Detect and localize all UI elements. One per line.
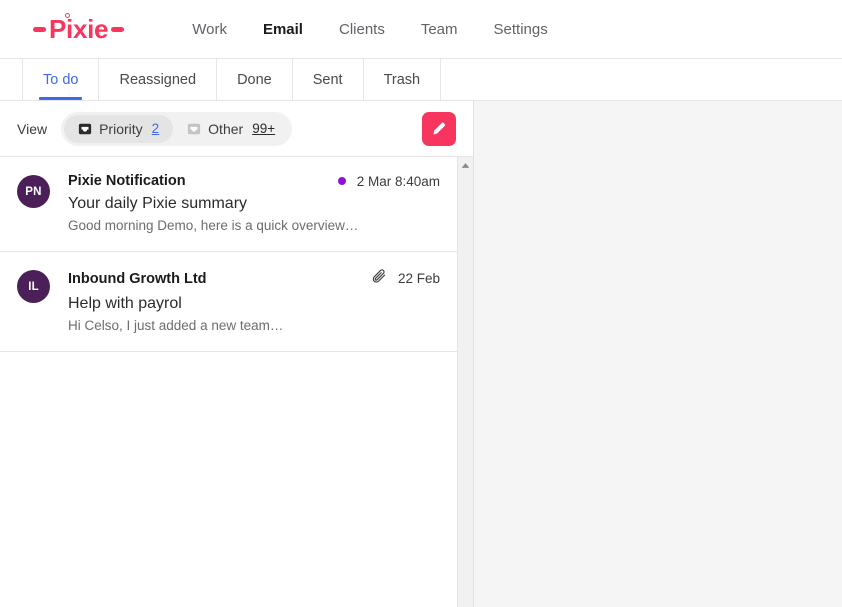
email-subject: Help with payrol <box>68 295 182 312</box>
unread-dot-icon <box>337 177 346 185</box>
email-preview: Hi Celso, I just added a new team… <box>68 318 284 333</box>
primary-nav: Work Email Clients Team Settings <box>174 15 566 44</box>
email-sender: Pixie Notification <box>68 173 186 189</box>
view-segmented-control: Priority 2 Other 99+ <box>61 111 293 146</box>
compose-button[interactable] <box>422 111 456 146</box>
tab-todo[interactable]: To do <box>22 59 100 100</box>
mailbox-tab-bar: To do Reassigned Done Sent Trash <box>0 59 842 101</box>
caret-up-icon[interactable] <box>458 157 474 173</box>
email-preview: Good morning Demo, here is a quick overv… <box>68 218 359 233</box>
view-segment-priority-label: Priority <box>99 120 143 137</box>
email-list-pane: View Priority 2 Other 99+ PN Pixie Notif… <box>0 101 474 607</box>
email-reading-pane <box>474 101 842 607</box>
view-segment-priority-count[interactable]: 2 <box>152 121 160 136</box>
tab-trash[interactable]: Trash <box>364 59 442 100</box>
avatar: IL <box>17 270 50 303</box>
logo-right-dash-icon <box>111 26 125 32</box>
email-list-scrollbar[interactable] <box>457 157 473 607</box>
logo-text: Pixie <box>49 14 109 44</box>
email-row-header: Inbound Growth Ltd 22 Feb <box>68 268 440 289</box>
app-root: Pixie Work Email Clients Team Settings T… <box>0 0 842 607</box>
inbox-tray-icon <box>78 122 92 136</box>
table-row[interactable]: IL Inbound Growth Ltd 22 Feb Help with p… <box>0 252 457 352</box>
email-list: PN Pixie Notification 2 Mar 8:40am Your … <box>0 157 457 607</box>
email-row-header: Pixie Notification 2 Mar 8:40am <box>68 173 440 189</box>
logo-left-dash-icon <box>33 26 46 32</box>
view-segment-other-count[interactable]: 99+ <box>252 121 275 136</box>
nav-item-clients[interactable]: Clients <box>321 15 403 44</box>
pixie-logo[interactable]: Pixie <box>33 13 125 44</box>
view-segment-other[interactable]: Other 99+ <box>173 115 289 143</box>
nav-item-settings[interactable]: Settings <box>476 15 566 44</box>
nav-item-team[interactable]: Team <box>403 15 476 44</box>
email-row-meta: 22 Feb <box>361 268 440 289</box>
paperclip-icon <box>371 268 387 289</box>
avatar: PN <box>17 175 50 208</box>
email-subject: Your daily Pixie summary <box>68 195 248 212</box>
logo-dot-icon <box>65 13 70 18</box>
email-date: 2 Mar 8:40am <box>356 173 440 189</box>
main-body: View Priority 2 Other 99+ PN Pixie Notif… <box>0 101 842 607</box>
view-segment-other-label: Other <box>208 120 244 137</box>
nav-item-work[interactable]: Work <box>174 15 245 44</box>
view-filter-toolbar: View Priority 2 Other 99+ <box>0 101 473 157</box>
email-row-content: Inbound Growth Ltd 22 Feb Help with payr… <box>68 268 440 333</box>
inbox-tray-icon <box>187 122 201 136</box>
logo-wordmark: Pixie <box>49 13 109 44</box>
top-navigation-bar: Pixie Work Email Clients Team Settings <box>0 0 842 59</box>
scrollbar-track[interactable] <box>458 173 473 607</box>
view-label: View <box>17 120 48 137</box>
view-segment-priority[interactable]: Priority 2 <box>64 114 174 143</box>
nav-item-email[interactable]: Email <box>245 15 321 44</box>
email-row-meta: 2 Mar 8:40am <box>328 174 440 189</box>
email-row-content: Pixie Notification 2 Mar 8:40am Your dai… <box>68 173 440 233</box>
email-date: 22 Feb <box>397 271 440 286</box>
pencil-icon <box>431 119 448 139</box>
email-sender: Inbound Growth Ltd <box>68 270 207 287</box>
email-list-scroll-area: PN Pixie Notification 2 Mar 8:40am Your … <box>0 157 473 607</box>
tab-sent[interactable]: Sent <box>293 59 364 100</box>
tab-done[interactable]: Done <box>217 59 293 100</box>
tab-reassigned[interactable]: Reassigned <box>99 59 218 100</box>
table-row[interactable]: PN Pixie Notification 2 Mar 8:40am Your … <box>0 157 457 252</box>
